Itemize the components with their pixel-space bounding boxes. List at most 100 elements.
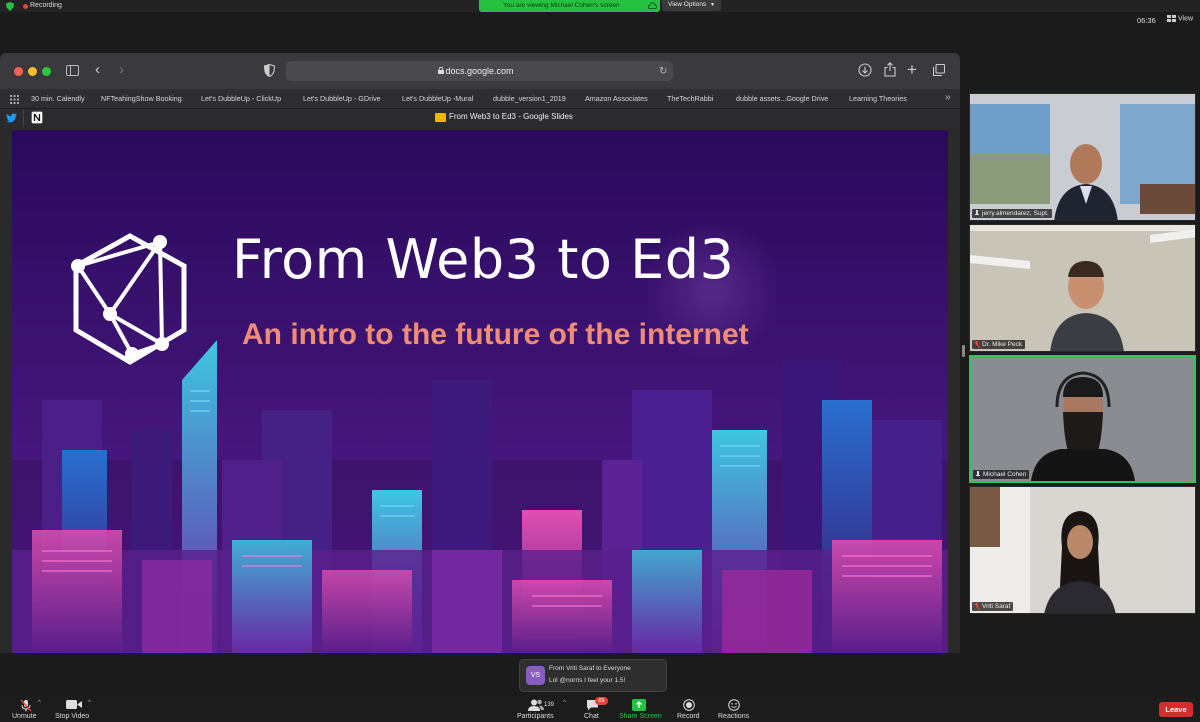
cloud-icon: [648, 2, 657, 9]
participant-tile-active-speaker[interactable]: Michael Cohen: [969, 355, 1196, 483]
participant-name-tag: Michael Cohen: [973, 470, 1030, 479]
pin-icon: [976, 471, 980, 476]
bookmark-item[interactable]: Amazon Associates: [585, 94, 648, 103]
stop-video-label: Stop Video: [55, 713, 90, 720]
reload-icon[interactable]: ↻: [659, 66, 667, 77]
grid-icon: [1167, 15, 1176, 22]
splitter-handle[interactable]: [962, 345, 965, 357]
more-bookmarks-icon[interactable]: »: [945, 92, 951, 103]
viewing-screen-banner: You are viewing Michael Cohen's screen: [479, 0, 660, 12]
view-label: View: [1178, 15, 1194, 23]
chevron-up-icon[interactable]: ^: [563, 700, 566, 706]
web3-logo-icon: [71, 233, 187, 365]
fullscreen-window-button[interactable]: [42, 67, 51, 76]
forward-arrow-icon[interactable]: ›: [119, 61, 124, 78]
bookmark-item[interactable]: dubble_version1_2019: [493, 94, 566, 103]
clock: 06:36: [1137, 16, 1156, 25]
url-text: docs.google.com: [445, 66, 514, 76]
bookmarks-bar: 30 min. Calendly NFTeahingShow Booking L…: [0, 89, 960, 109]
muted-mic-icon: [974, 341, 980, 348]
apps-grid-icon[interactable]: [10, 95, 19, 104]
bookmark-item[interactable]: 30 min. Calendly: [31, 94, 85, 103]
participants-label: Participants: [517, 713, 554, 720]
tab-title[interactable]: From Web3 to Ed3 - Google Slides: [449, 112, 573, 121]
download-icon[interactable]: [858, 63, 872, 77]
participants-button[interactable]: Participants: [515, 696, 561, 722]
video-feed: [970, 94, 1195, 220]
chevron-up-icon[interactable]: ^: [38, 700, 41, 706]
browser-titlebar: ‹ › docs.google.com ↻ +: [0, 53, 960, 89]
chat-notification[interactable]: VS From Vriti Saraf to Everyone Lol @nor…: [519, 659, 667, 692]
participant-name-tag: Dr. Mike Peck: [972, 340, 1026, 349]
chat-sender: From Vriti Saraf to Everyone: [549, 665, 631, 672]
bookmark-item[interactable]: TheTechRabbi: [667, 94, 713, 103]
bookmark-item[interactable]: Let's DubbleUp - GDrive: [303, 94, 381, 103]
emoji-smile-icon: [728, 699, 740, 711]
record-icon: [683, 699, 695, 711]
notion-icon[interactable]: [31, 111, 43, 124]
bookmark-item[interactable]: NFTeahingShow Booking: [101, 94, 182, 103]
participant-name-tag: Vriti Saraf: [972, 602, 1014, 611]
security-shield-icon[interactable]: [6, 2, 14, 11]
chevron-down-icon: ▼: [710, 2, 715, 8]
share-screen-icon: [632, 699, 646, 711]
bookmark-item[interactable]: Let's DubbleUp - ClickUp: [201, 94, 281, 103]
chevron-up-icon[interactable]: ^: [88, 700, 91, 706]
reactions-label: Reactions: [718, 713, 750, 720]
unmute-label: Unmute: [12, 713, 37, 720]
unmute-button[interactable]: ^ Unmute: [10, 696, 44, 722]
minimize-window-button[interactable]: [28, 67, 37, 76]
participant-count: 139: [544, 702, 555, 708]
muted-microphone-icon: [20, 699, 32, 712]
privacy-shield-icon[interactable]: [264, 64, 275, 77]
video-feed: [971, 357, 1194, 481]
leave-button[interactable]: Leave: [1159, 702, 1193, 717]
chat-label: Chat: [584, 713, 599, 720]
participant-tile[interactable]: jerry.almendarez, Supt.: [969, 93, 1196, 221]
muted-mic-icon: [974, 603, 980, 610]
unread-chat-badge: 66: [595, 697, 608, 705]
tab-bar: From Web3 to Ed3 - Google Slides: [0, 109, 960, 127]
view-options-button[interactable]: View Options ▼: [662, 0, 721, 11]
sidebar-toggle-icon[interactable]: [66, 65, 79, 76]
bookmark-item[interactable]: Let's DubbleUp -Mural: [402, 94, 473, 103]
video-camera-icon: [66, 700, 82, 709]
share-screen-label: Share Screen: [619, 713, 662, 720]
zoom-top-bar: Recording You are viewing Michael Cohen'…: [0, 0, 1200, 12]
address-bar[interactable]: docs.google.com ↻: [286, 61, 673, 81]
view-options-label: View Options: [668, 1, 707, 8]
tab-overview-icon[interactable]: [933, 64, 945, 76]
twitter-icon[interactable]: [6, 113, 17, 123]
new-tab-icon[interactable]: +: [907, 60, 917, 80]
tab-divider: [23, 109, 24, 127]
close-window-button[interactable]: [14, 67, 23, 76]
video-feed: [970, 225, 1195, 351]
avatar: VS: [526, 666, 545, 685]
cityscape-illustration: [12, 220, 948, 653]
share-screen-button[interactable]: Share Screen: [618, 696, 662, 722]
participant-tile[interactable]: Vriti Saraf: [969, 486, 1196, 614]
slide-subtitle: An intro to the future of the internet: [242, 318, 749, 351]
participants-icon: [528, 699, 544, 711]
record-label: Record: [677, 713, 700, 720]
back-arrow-icon[interactable]: ‹: [95, 61, 100, 78]
participant-tile[interactable]: Dr. Mike Peck: [969, 224, 1196, 352]
pin-icon: [975, 210, 979, 215]
slide-title: From Web3 to Ed3: [232, 228, 735, 291]
record-button[interactable]: Record: [676, 696, 702, 722]
browser-window: ‹ › docs.google.com ↻ + 30 min. Calendly…: [0, 53, 960, 653]
video-feed: [970, 487, 1195, 613]
presentation-slide: From Web3 to Ed3 An intro to the future …: [12, 130, 948, 653]
view-button[interactable]: View: [1167, 15, 1193, 22]
reactions-button[interactable]: Reactions: [716, 696, 752, 722]
recording-dot-icon: [23, 4, 28, 9]
chat-message: Lol @norris I feel your 1.5!: [549, 677, 626, 684]
lock-icon: [438, 67, 444, 74]
recording-label: Recording: [30, 2, 62, 9]
bookmark-item[interactable]: dubble assets...Google Drive: [736, 94, 828, 103]
bookmark-item[interactable]: Learning Theories: [849, 94, 907, 103]
participant-name-tag: jerry.almendarez, Supt.: [972, 209, 1052, 218]
viewing-banner-text: You are viewing Michael Cohen's screen: [503, 2, 620, 9]
stop-video-button[interactable]: ^ Stop Video: [55, 696, 95, 722]
share-icon[interactable]: [884, 62, 896, 77]
